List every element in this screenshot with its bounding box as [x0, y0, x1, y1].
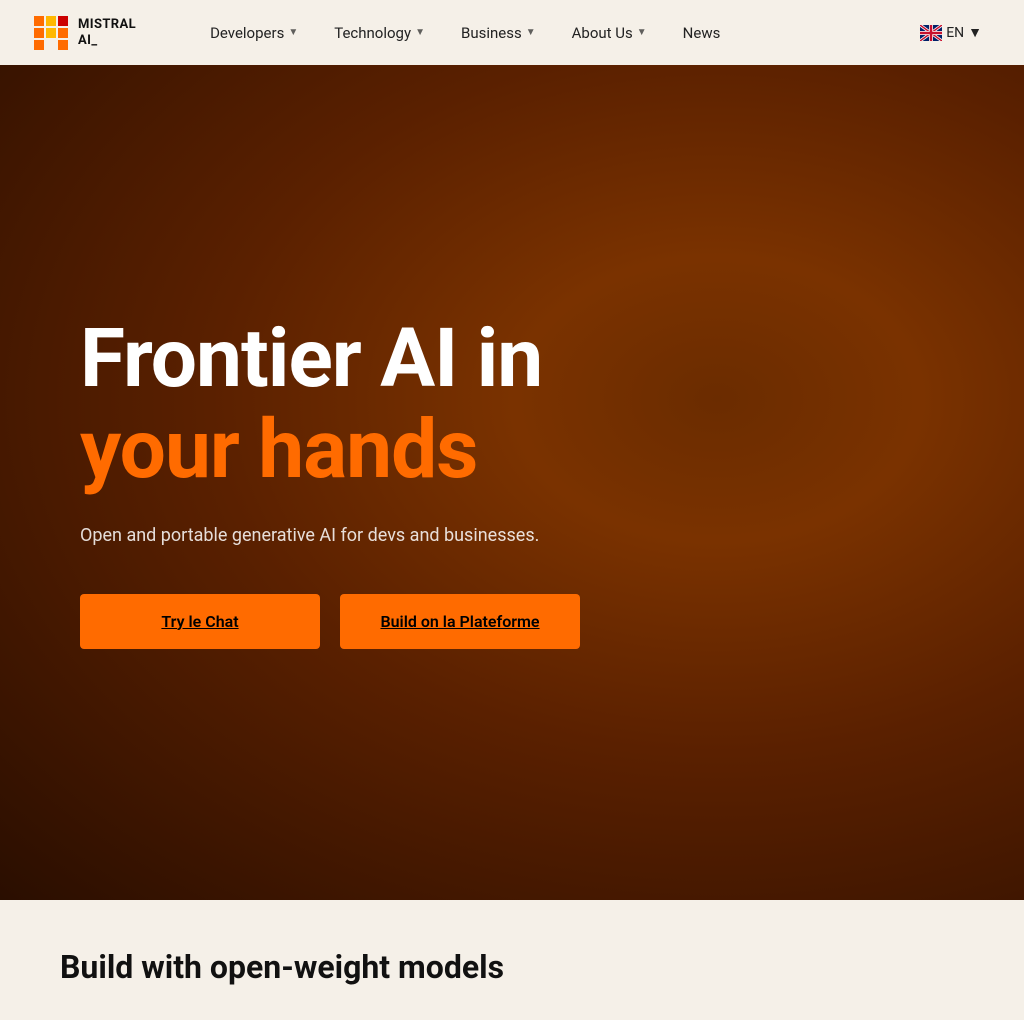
hero-buttons: Try le Chat Build on la Plateforme [80, 594, 964, 649]
nav-item-about-us[interactable]: About Us ▼ [558, 16, 661, 50]
nav-item-technology[interactable]: Technology ▼ [320, 16, 439, 50]
hero-subtitle: Open and portable generative AI for devs… [80, 525, 580, 546]
hero-section: Frontier AI in your hands Open and porta… [0, 65, 1024, 900]
below-hero-section: Build with open-weight models [0, 900, 1024, 1020]
hero-headline-orange: your hands [80, 407, 964, 493]
logo-text: MISTRAL AI_ [78, 17, 136, 48]
build-on-plateforme-button[interactable]: Build on la Plateforme [340, 594, 580, 649]
try-le-chat-button[interactable]: Try le Chat [80, 594, 320, 649]
logo-link[interactable]: MISTRAL AI_ [32, 14, 136, 52]
chevron-down-icon: ▼ [415, 27, 425, 38]
hero-headline-white: Frontier AI in [80, 316, 964, 402]
nav-item-news[interactable]: News [669, 16, 735, 50]
chevron-down-icon: ▼ [526, 27, 536, 38]
chevron-down-icon: ▼ [637, 27, 647, 38]
navbar: MISTRAL AI_ Developers ▼ Technology ▼ Bu… [0, 0, 1024, 65]
uk-flag-icon [920, 25, 942, 41]
language-selector[interactable]: EN ▼ [910, 18, 992, 47]
nav-item-business[interactable]: Business ▼ [447, 16, 550, 50]
mistral-logo-icon [32, 14, 70, 52]
chevron-down-icon: ▼ [968, 24, 982, 41]
chevron-down-icon: ▼ [288, 27, 298, 38]
nav-item-developers[interactable]: Developers ▼ [196, 16, 312, 50]
nav-links: Developers ▼ Technology ▼ Business ▼ Abo… [196, 16, 910, 50]
nav-right: EN ▼ [910, 18, 992, 47]
below-hero-title: Build with open-weight models [60, 948, 964, 986]
